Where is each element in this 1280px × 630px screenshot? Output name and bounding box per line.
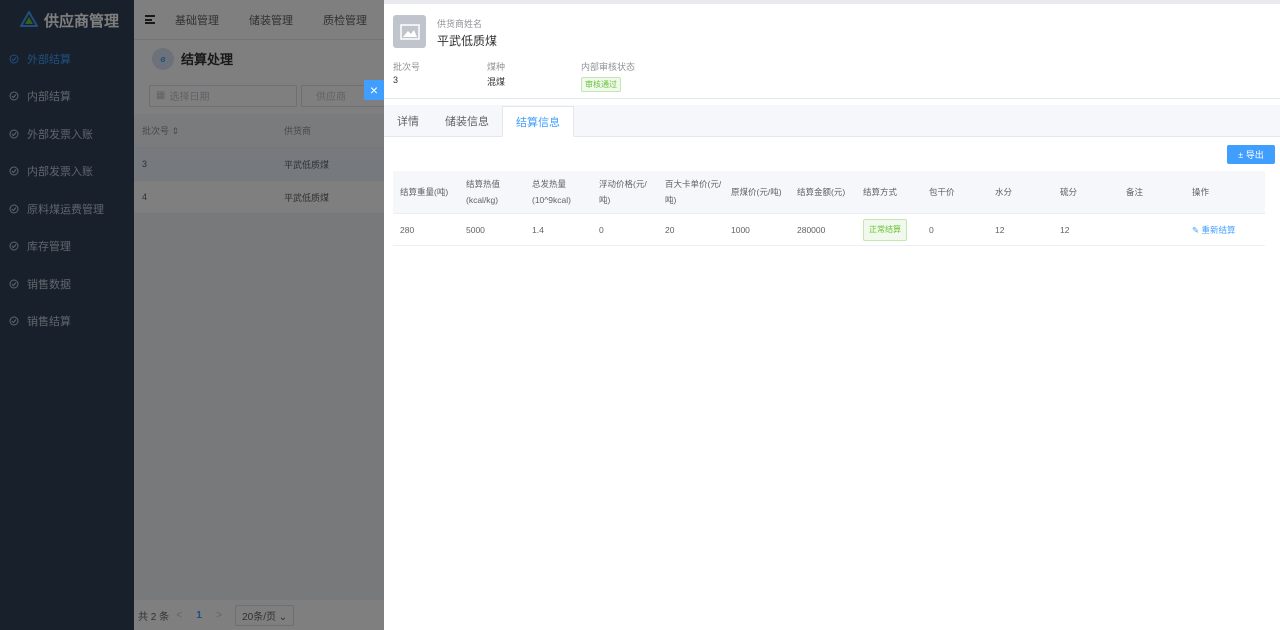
- supplier-label: 供货商姓名: [437, 19, 483, 29]
- cell-fixed-price: 0: [929, 224, 934, 235]
- col-header: 总发热量(10^9kcal): [532, 179, 571, 205]
- method-badge: 正常结算: [863, 218, 907, 241]
- col-header: 操作: [1192, 187, 1210, 197]
- cell-sulfur: 12: [1060, 224, 1070, 235]
- coal-label: 煤种: [487, 62, 506, 72]
- cell-moisture: 12: [995, 224, 1005, 235]
- col-header: 结算方式: [863, 187, 898, 197]
- cell-amount: 280000: [797, 224, 826, 235]
- cell-heat: 5000: [466, 224, 485, 235]
- cell-weight: 280: [400, 224, 415, 235]
- col-header: 备注: [1126, 187, 1144, 197]
- detail-drawer: × 供货商姓名 平武低质煤 批次号 3 煤种 混煤 内部审核状态 审核通过 详情…: [364, 0, 1280, 630]
- cell-remark: [1119, 214, 1185, 245]
- col-header: 浮动价格(元/吨): [599, 179, 647, 205]
- cell-method: 正常结算: [856, 214, 922, 245]
- cell-float-price: 0: [599, 224, 604, 235]
- batch-label: 批次号: [393, 62, 421, 72]
- export-button[interactable]: ± 导出: [1227, 145, 1275, 164]
- cell-raw-price: 1000: [731, 224, 750, 235]
- col-header: 结算金额(元): [797, 187, 846, 197]
- coal-value: 混煤: [487, 77, 506, 87]
- tab-storage[interactable]: 储装信息: [432, 106, 502, 136]
- image-icon: [399, 23, 420, 40]
- drawer-tabs: 详情 储装信息 结算信息: [384, 105, 1280, 137]
- supplier-name: 平武低质煤: [437, 34, 498, 48]
- avatar-icon: [393, 15, 426, 48]
- table-header: 结算重量(吨) 结算热值(kcal/kg) 总发热量(10^9kcal) 浮动价…: [393, 171, 1265, 214]
- tab-settlement[interactable]: 结算信息: [502, 106, 574, 137]
- cell-unit-price: 20: [665, 224, 675, 235]
- batch-value: 3: [393, 75, 399, 85]
- col-header: 结算热值(kcal/kg): [466, 179, 501, 205]
- col-header: 硫分: [1060, 187, 1078, 197]
- drawer-header: 供货商姓名 平武低质煤 批次号 3 煤种 混煤 内部审核状态 审核通过: [384, 4, 1280, 99]
- col-header: 结算重量(吨): [400, 187, 449, 197]
- col-header: 包干价: [929, 187, 955, 197]
- cell-total-heat: 1.4: [532, 224, 544, 235]
- tab-details[interactable]: 详情: [384, 106, 432, 136]
- col-header: 原煤价(元/吨): [731, 187, 782, 197]
- resettle-link[interactable]: ✎ 重新结算: [1192, 222, 1235, 238]
- settlement-table: 结算重量(吨) 结算热值(kcal/kg) 总发热量(10^9kcal) 浮动价…: [393, 171, 1265, 246]
- col-header: 水分: [995, 187, 1013, 197]
- table-row: 280 5000 1.4 0 20 1000 280000 正常结算 0 12 …: [393, 214, 1265, 246]
- overlay-mask[interactable]: [0, 0, 384, 630]
- status-label: 内部审核状态: [581, 62, 636, 72]
- col-header: 百大卡单价(元/吨): [665, 179, 722, 205]
- cell-action: ✎ 重新结算: [1185, 214, 1251, 245]
- status-badge: 审核通过: [581, 77, 621, 92]
- close-button[interactable]: ×: [364, 80, 384, 100]
